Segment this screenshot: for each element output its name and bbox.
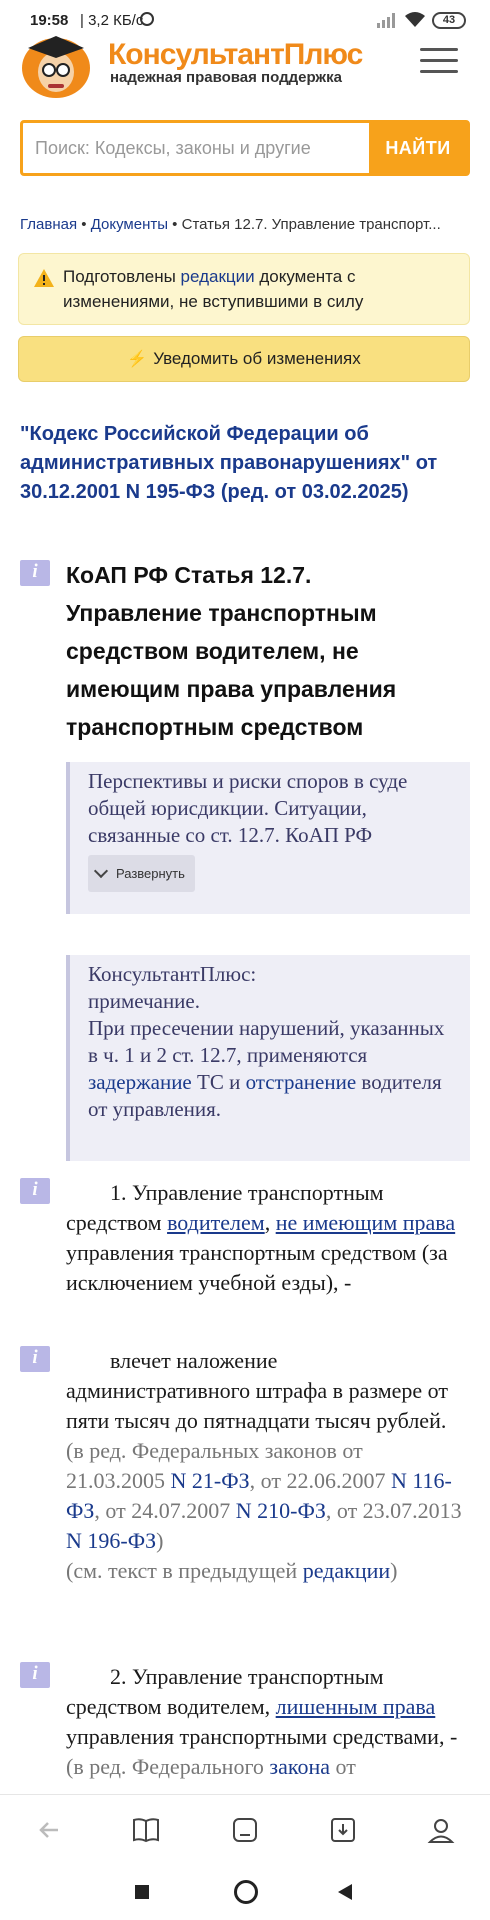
- back-icon[interactable]: [336, 1882, 354, 1902]
- breadcrumb-current: Статья 12.7. Управление транспорт...: [181, 216, 441, 233]
- notice-text: Подготовлены редакции документа с измене…: [63, 267, 364, 311]
- system-navigation-bar: [0, 1864, 490, 1920]
- home-icon[interactable]: [234, 1880, 258, 1904]
- info-icon[interactable]: i: [20, 1662, 50, 1688]
- info-icon[interactable]: i: [20, 1178, 50, 1204]
- editions-link[interactable]: редакции: [181, 267, 255, 286]
- paragraph-3: 2. Управление транспортным средством вод…: [66, 1664, 458, 1779]
- wifi-icon: [405, 12, 425, 27]
- related-materials-text[interactable]: Перспективы и риски споров в суде общей …: [88, 768, 458, 849]
- info-icon[interactable]: i: [20, 1346, 50, 1372]
- notify-changes-button[interactable]: ⚡ Уведомить об изменениях: [18, 336, 470, 382]
- signal-icon: [377, 13, 395, 28]
- alarm-icon: [140, 12, 154, 26]
- revoked-license-link[interactable]: лишенным права: [276, 1694, 436, 1719]
- no-license-link[interactable]: не имеющим права: [276, 1210, 455, 1235]
- breadcrumb-documents[interactable]: Документы: [91, 216, 168, 233]
- breadcrumb-home[interactable]: Главная: [20, 216, 77, 233]
- logo-mascot-icon[interactable]: [18, 32, 98, 100]
- search-bar: НАЙТИ: [20, 120, 470, 176]
- search-input[interactable]: [23, 123, 368, 173]
- lightning-icon: ⚡: [127, 351, 148, 368]
- download-icon[interactable]: [328, 1815, 358, 1845]
- back-arrow-icon[interactable]: [34, 1815, 64, 1845]
- status-network-speed: | 3,2 КБ/с: [80, 12, 144, 29]
- paragraph-2: влечет наложение административного штраф…: [66, 1348, 462, 1583]
- law-link-21[interactable]: N 21-ФЗ: [171, 1468, 250, 1493]
- document-title[interactable]: "Кодекс Российской Федерации об админист…: [20, 420, 470, 507]
- tabs-icon[interactable]: [230, 1815, 260, 1845]
- breadcrumb-separator: •: [168, 216, 182, 233]
- law-link-196[interactable]: N 196-ФЗ: [66, 1528, 156, 1553]
- expand-button[interactable]: Развернуть: [88, 855, 195, 892]
- chevron-down-icon: [93, 863, 109, 879]
- driver-link[interactable]: водителем: [167, 1210, 265, 1235]
- law-link-210[interactable]: N 210-ФЗ: [236, 1498, 326, 1523]
- related-materials-box: Перспективы и риски споров в суде общей …: [66, 762, 470, 914]
- status-time: 19:58: [30, 12, 69, 29]
- consultant-note-box: КонсультантПлюс: примечание. При пресече…: [66, 955, 470, 1161]
- law-link[interactable]: закона: [269, 1754, 330, 1779]
- note-subheader: примечание.: [88, 989, 200, 1013]
- breadcrumb: Главная • Документы • Статья 12.7. Управ…: [20, 216, 470, 233]
- note-header: КонсультантПлюс:: [88, 962, 257, 986]
- profile-icon[interactable]: [426, 1815, 456, 1845]
- battery-icon: 43: [432, 12, 466, 29]
- book-icon[interactable]: [131, 1815, 161, 1845]
- detention-link[interactable]: задержание: [88, 1070, 192, 1094]
- logo-tagline: надежная правовая поддержка: [110, 69, 342, 86]
- info-icon[interactable]: i: [20, 560, 50, 586]
- breadcrumb-separator: •: [77, 216, 91, 233]
- article-heading: КоАП РФ Статья 12.7. Управление транспор…: [66, 562, 397, 740]
- paragraph-1: 1. Управление транспортным средством вод…: [66, 1180, 456, 1295]
- recent-apps-icon[interactable]: [135, 1885, 149, 1899]
- previous-edition-link[interactable]: редакции: [303, 1558, 390, 1583]
- search-button[interactable]: НАЙТИ: [369, 123, 467, 173]
- warning-icon: [34, 269, 54, 287]
- browser-bottom-bar: [0, 1794, 490, 1865]
- suspension-link[interactable]: отстранение: [246, 1070, 357, 1094]
- notify-changes-label: Уведомить об изменениях: [153, 349, 361, 368]
- menu-icon[interactable]: [420, 46, 458, 74]
- logo-name[interactable]: КонсультантПлюс: [108, 38, 363, 72]
- note-text: При пресечении нарушений, указанных в ч.…: [88, 1016, 445, 1121]
- edition-notice: Подготовлены редакции документа с измене…: [18, 253, 470, 325]
